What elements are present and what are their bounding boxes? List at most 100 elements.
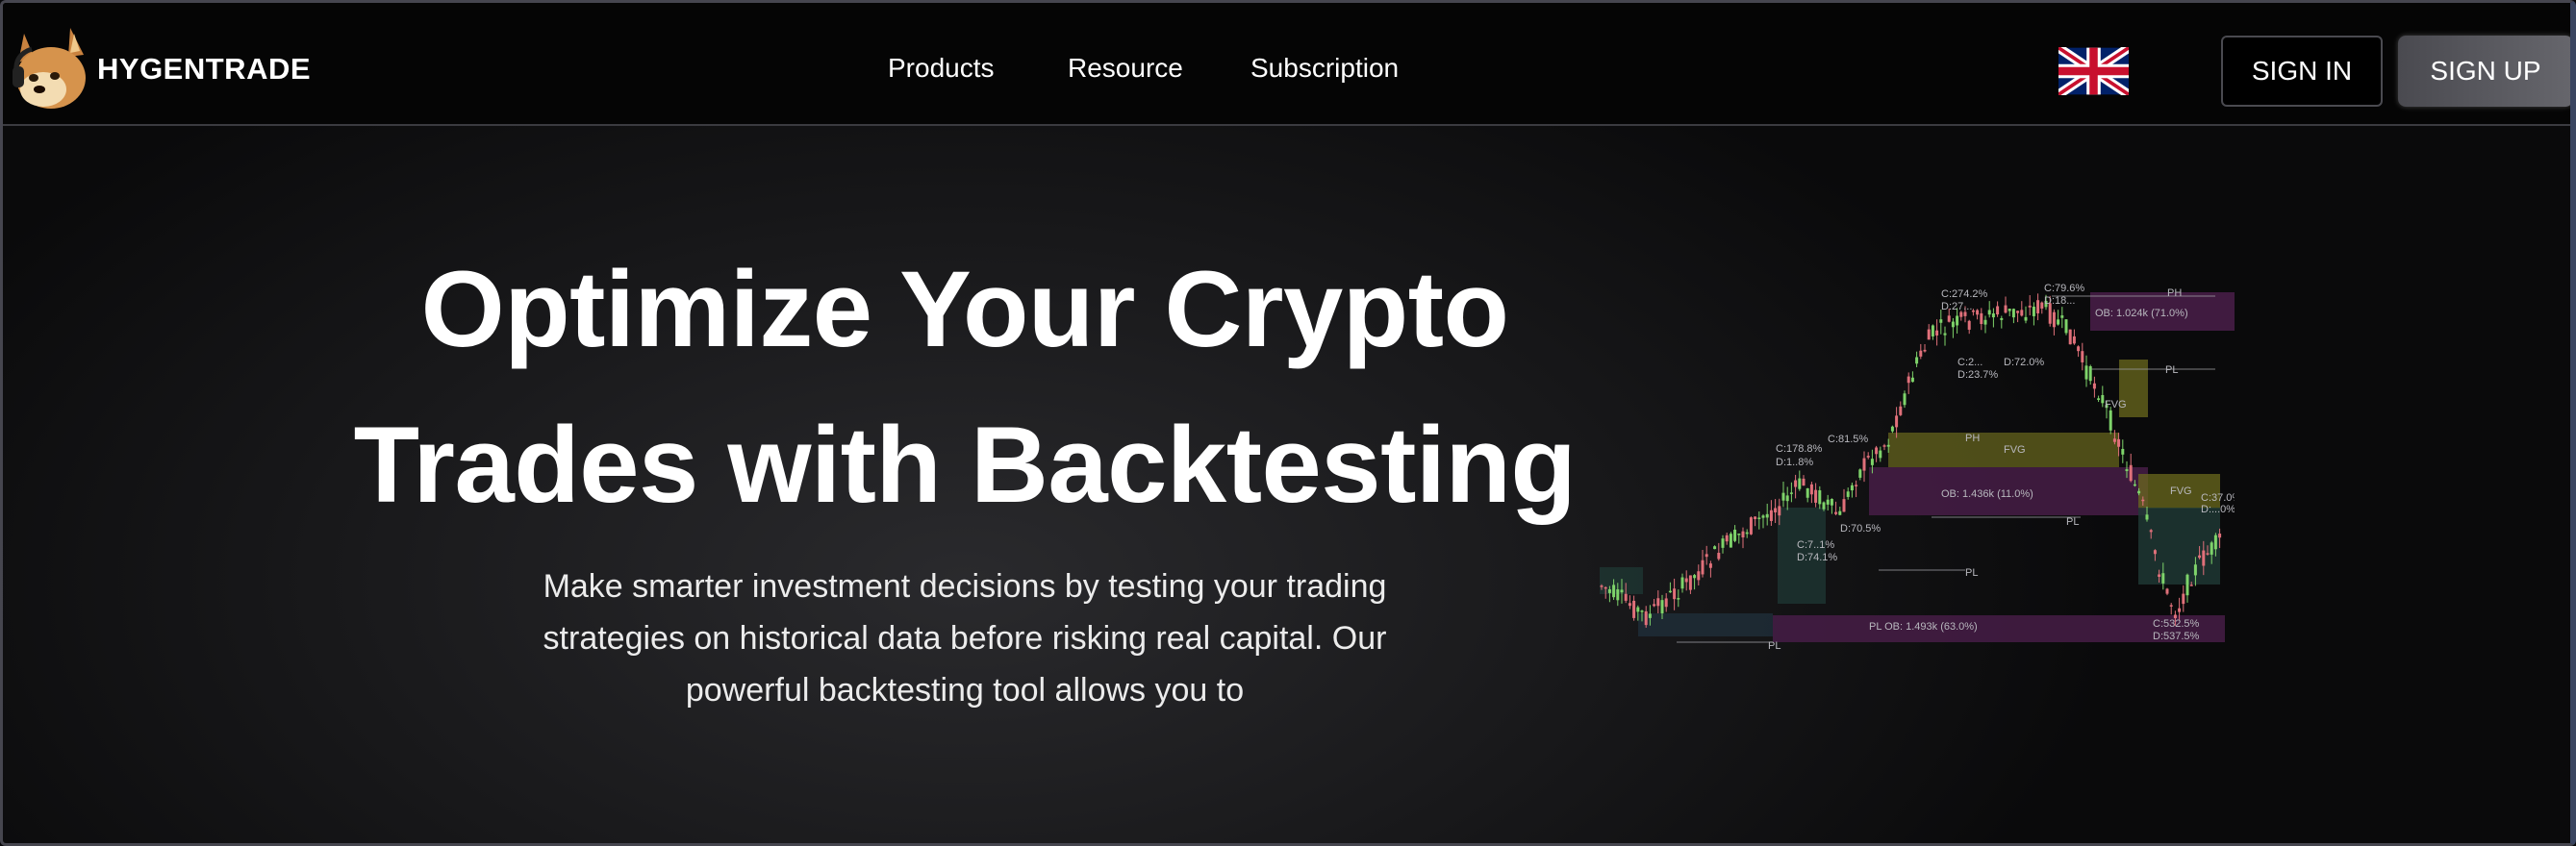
label-d5: D:1..8%	[1776, 457, 1813, 468]
hero-title: Optimize Your Crypto Trades with Backtes…	[291, 232, 1638, 543]
page: HYGENTRADE Products Resource Subscriptio…	[0, 0, 2576, 846]
candle-body-89	[1959, 311, 1963, 317]
candle-body-20	[1680, 577, 1684, 589]
trading-chart-illustration: C:274.2% D:27... C:79.6% D:18... PH OB: …	[1600, 283, 2235, 652]
uk-flag-icon[interactable]	[2058, 47, 2129, 95]
candle-body-94	[1980, 312, 1983, 325]
candle-body-15	[1660, 600, 1664, 614]
candle-body-63	[1855, 485, 1858, 486]
candle-body-67	[1870, 459, 1874, 465]
candle-body-5	[1620, 589, 1624, 593]
candle-body-144	[2182, 593, 2185, 605]
candle-body-39	[1757, 517, 1761, 519]
candle-body-103	[2016, 311, 2020, 313]
candle-body-82	[1931, 325, 1934, 336]
candle-body-8	[1632, 600, 1636, 618]
candle-body-33	[1733, 529, 1737, 541]
candle-body-31	[1725, 535, 1729, 542]
candle-body-83	[1935, 330, 1939, 336]
candle-body-98	[1996, 306, 2000, 315]
candle-body-61	[1846, 491, 1850, 497]
candle-body-99	[2000, 317, 2004, 320]
candle-body-64	[1858, 469, 1862, 478]
candle-body-118	[2077, 346, 2081, 352]
candle-body-108	[2036, 300, 2040, 313]
candle-body-114	[2060, 315, 2064, 318]
candle-body-24	[1697, 571, 1701, 581]
candle-body-17	[1668, 590, 1672, 593]
candle-body-145	[2185, 574, 2189, 596]
candle-body-88	[1956, 315, 1959, 326]
candle-body-73	[1895, 415, 1899, 428]
hero-title-line-1: Optimize Your Crypto	[420, 249, 1509, 369]
candle-body-68	[1875, 447, 1879, 455]
label-pl3: PL	[1965, 567, 1978, 579]
label-pl1: PL	[2165, 364, 2178, 376]
candle-body-53	[1814, 489, 1818, 503]
candle-body-107	[2032, 306, 2035, 316]
label-fvg3: FVG	[2170, 485, 2192, 497]
candle-body-47	[1789, 492, 1793, 494]
candle-body-51	[1806, 487, 1809, 498]
candle-body-25	[1701, 560, 1705, 575]
nav-subscription[interactable]: Subscription	[1250, 53, 1399, 84]
candle-body-16	[1664, 598, 1668, 608]
candle-body-136	[2149, 530, 2153, 533]
candle-body-139	[2161, 573, 2165, 584]
sign-in-button[interactable]: SIGN IN	[2221, 36, 2383, 107]
candle-body-37	[1749, 517, 1753, 535]
candle-body-46	[1785, 495, 1789, 502]
label-ob1: OB: 1.024k (71.0%)	[2095, 308, 2188, 319]
candle-body-42	[1769, 510, 1773, 521]
candle-body-128	[2117, 438, 2121, 447]
candle-body-10	[1640, 610, 1644, 612]
label-fvg1: FVG	[2105, 399, 2127, 411]
label-ob3: PL OB: 1.493k (63.0%)	[1869, 621, 1978, 633]
candle-body-122	[2092, 383, 2096, 389]
candle-body-117	[2072, 336, 2076, 344]
label-d3: D:23.7%	[1957, 369, 1998, 381]
candle-body-148	[2198, 555, 2202, 559]
candle-body-32	[1729, 534, 1732, 548]
candle-body-101	[2008, 309, 2011, 311]
label-c3: C:2...	[1957, 357, 1983, 368]
candle-body-80	[1923, 349, 1927, 352]
candle-body-56	[1826, 499, 1830, 505]
nav-resource[interactable]: Resource	[1068, 53, 1183, 84]
candle-body-112	[2052, 311, 2056, 328]
candle-body-153	[2218, 534, 2222, 538]
label-d1: D:27...	[1941, 301, 1972, 312]
candle-body-135	[2145, 514, 2149, 520]
candle-body-129	[2121, 448, 2125, 455]
doge-logo-icon[interactable]	[11, 24, 89, 112]
candle-body-9	[1636, 607, 1640, 612]
candle-body-104	[2020, 310, 2024, 316]
candle-body-123	[2097, 398, 2101, 400]
label-c2: C:79.6%	[2044, 283, 2084, 294]
candle-body-70	[1882, 445, 1886, 447]
candle-body-78	[1915, 357, 1919, 364]
candle-body-126	[2109, 410, 2112, 431]
candle-body-72	[1890, 426, 1894, 432]
candle-body-38	[1754, 516, 1757, 519]
candle-body-87	[1951, 321, 1955, 328]
sign-up-button[interactable]: SIGN UP	[2398, 36, 2570, 107]
label-d4: D:72.0%	[2004, 357, 2044, 368]
candle-body-26	[1705, 554, 1708, 558]
candle-body-115	[2064, 319, 2068, 334]
candle-body-44	[1778, 506, 1781, 516]
nav-products[interactable]: Products	[888, 53, 995, 84]
candle-body-62	[1850, 485, 1854, 491]
candle-body-3	[1612, 585, 1616, 598]
candle-body-29	[1717, 553, 1721, 560]
candle-body-74	[1899, 406, 1903, 415]
candle-body-60	[1842, 499, 1846, 512]
candle-body-48	[1794, 480, 1798, 487]
label-d9: D:537.5%	[2153, 631, 2200, 642]
candle-body-40	[1761, 515, 1765, 518]
label-fvg2: FVG	[2004, 444, 2026, 456]
brand-name[interactable]: HYGENTRADE	[97, 52, 311, 87]
candle-body-75	[1903, 393, 1907, 406]
candle-body-71	[1886, 444, 1890, 447]
candle-body-79	[1919, 350, 1923, 357]
